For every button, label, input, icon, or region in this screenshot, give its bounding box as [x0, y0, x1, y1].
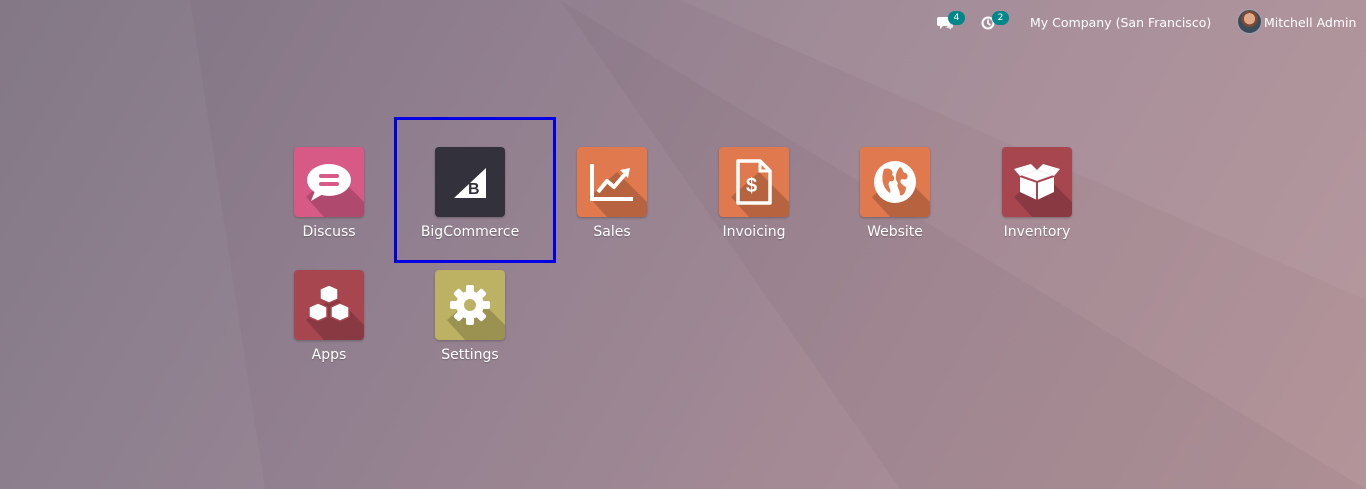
app-label: Apps — [311, 347, 347, 363]
app-label: Discuss — [302, 224, 356, 240]
app-tile: B — [435, 147, 505, 217]
app-label: Settings — [441, 347, 499, 363]
app-tile — [860, 147, 930, 217]
app-label: Website — [867, 224, 923, 240]
app-invoicing[interactable]: $ Invoicing — [699, 147, 809, 247]
messages-icon[interactable]: 4 — [937, 11, 965, 32]
messages-badge: 4 — [948, 11, 965, 25]
app-inventory[interactable]: Inventory — [982, 147, 1092, 247]
app-label: BigCommerce — [420, 224, 520, 240]
trending-chart-icon — [590, 164, 633, 201]
bigcommerce-logo-icon: B — [454, 168, 486, 198]
app-tile — [435, 270, 505, 340]
user-name: Mitchell Admin — [1264, 15, 1357, 30]
activity-clock-icon[interactable]: 2 — [981, 11, 1009, 32]
background-facets — [0, 0, 1366, 489]
cubes-icon — [308, 284, 350, 322]
gear-icon — [450, 285, 490, 325]
svg-text:B: B — [468, 181, 480, 198]
app-tile — [294, 270, 364, 340]
svg-text:$: $ — [746, 175, 757, 197]
app-tile — [1002, 147, 1072, 217]
app-apps[interactable]: Apps — [274, 270, 384, 370]
app-label: Inventory — [1003, 224, 1071, 240]
box-icon — [1014, 164, 1060, 200]
app-website[interactable]: Website — [840, 147, 950, 247]
app-settings[interactable]: Settings — [415, 270, 525, 370]
company-switcher[interactable]: My Company (San Francisco) — [1030, 15, 1211, 30]
app-tile — [294, 147, 364, 217]
app-discuss[interactable]: Discuss — [274, 147, 384, 247]
top-bar: 4 2 My Company (San Francisco) Mitchell … — [0, 0, 1366, 44]
app-tile — [577, 147, 647, 217]
avatar — [1237, 9, 1262, 34]
app-label: Invoicing — [722, 224, 786, 240]
globe-icon — [874, 161, 916, 203]
activity-badge: 2 — [992, 11, 1009, 25]
app-tile: $ — [719, 147, 789, 217]
invoice-dollar-icon: $ — [736, 159, 772, 205]
app-sales[interactable]: Sales — [557, 147, 667, 247]
app-label: Sales — [593, 224, 631, 240]
chat-bubble-icon — [307, 164, 351, 201]
app-bigcommerce[interactable]: B BigCommerce — [415, 147, 525, 247]
